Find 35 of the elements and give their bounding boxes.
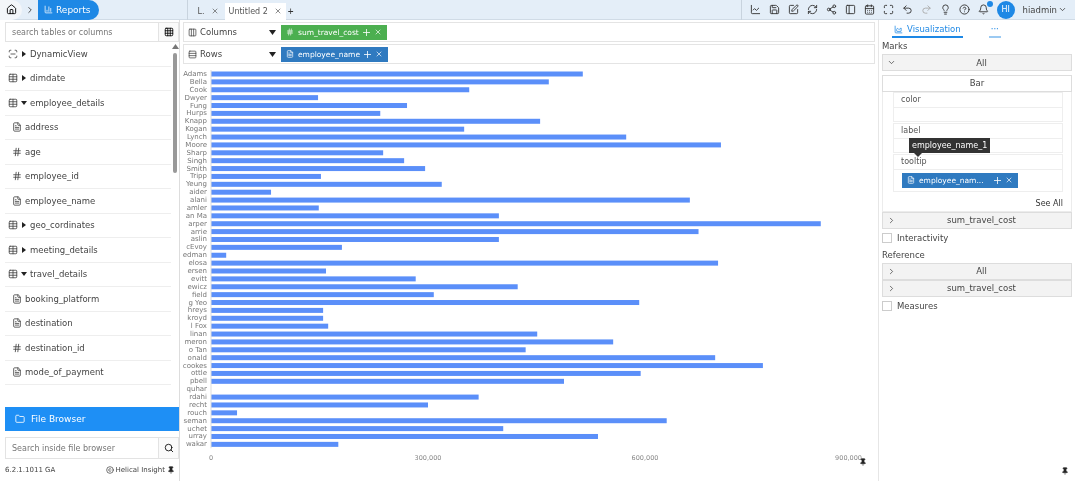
tree-item[interactable]: employee_id [5,164,171,189]
user-avatar[interactable]: HI [996,0,1015,19]
user-name[interactable]: hiadmin [1022,4,1057,15]
search-field[interactable]: search tables or columns [5,22,159,42]
slot-label: color [893,91,1063,107]
add-tab-button[interactable]: + [287,2,294,20]
tree-item[interactable]: DynamicView [5,42,171,67]
tree-item[interactable]: address [5,115,171,140]
tree-item[interactable]: travel_details [5,262,171,287]
accordion-header[interactable]: All [882,262,1072,280]
slot-label: label [893,122,1063,138]
tree-item[interactable]: destination [5,311,171,336]
document-tab[interactable]: L. [193,2,223,20]
tree-item[interactable]: destination_id [5,336,171,361]
tree-item[interactable]: employee_details [5,91,171,116]
panel-tab[interactable]: Visualization [892,22,963,38]
panel-tab[interactable]: ··· [988,22,1001,38]
tree-item[interactable]: geo_cordinates [5,213,171,238]
tree-item[interactable]: mode_of_payment [5,360,171,385]
measures-checkbox[interactable]: Measures [882,296,1072,315]
section-title: Reference [882,248,926,262]
file-search-field[interactable]: Search inside file browser [5,437,159,459]
tooltip: employee_name_1 [909,138,991,153]
chart-type-select[interactable]: Bar [882,74,1072,92]
tree-item[interactable]: employee_name [5,189,171,214]
see-all-link[interactable]: See All [1035,192,1063,211]
tree-item[interactable]: age [5,140,171,165]
breadcrumb-tab[interactable]: Reports [38,0,99,20]
tree-item[interactable]: meeting_details [5,238,171,263]
accordion-header[interactable]: All [882,54,1072,71]
tree-item[interactable]: booking_platform [5,287,171,312]
interactivity-checkbox[interactable]: Interactivity [882,228,1072,247]
document-tab[interactable]: Untitled 2 [224,2,286,20]
tree-item[interactable]: dimdate [5,66,171,91]
section-title: Marks [882,40,909,53]
